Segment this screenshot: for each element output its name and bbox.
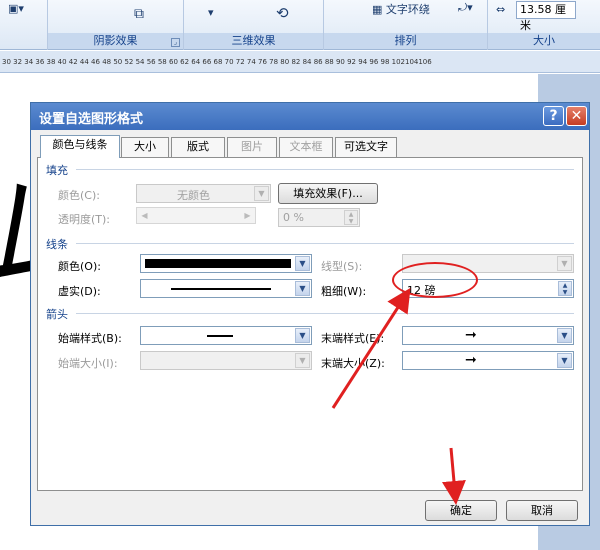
annotation-arrow-weight — [331, 287, 411, 409]
annotation-arrows — [331, 287, 466, 505]
tab-colors-and-lines[interactable]: 颜色与线条 — [40, 135, 120, 158]
annotation-arrow-ok — [441, 447, 466, 505]
